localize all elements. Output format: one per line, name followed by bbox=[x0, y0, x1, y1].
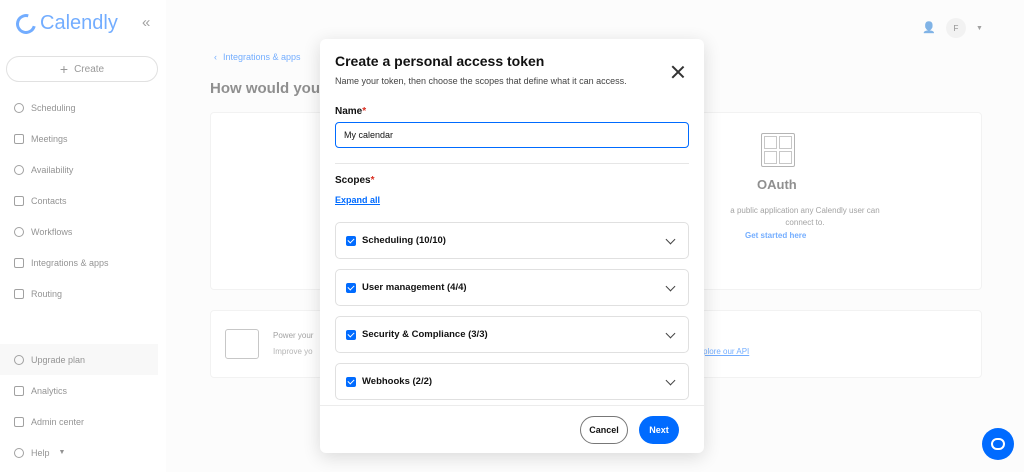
scopes-label: Scopes* bbox=[335, 175, 374, 186]
token-name-input[interactable] bbox=[335, 122, 689, 148]
scope-label: Webhooks (2/2) bbox=[362, 376, 433, 387]
divider bbox=[335, 163, 689, 164]
chevron-down-icon[interactable] bbox=[665, 281, 676, 292]
create-token-modal: Create a personal access token Name your… bbox=[320, 39, 704, 453]
modal-subtitle: Name your token, then choose the scopes … bbox=[335, 76, 627, 86]
cancel-button[interactable]: Cancel bbox=[580, 416, 628, 444]
chevron-down-icon[interactable] bbox=[665, 234, 676, 245]
scope-item-security-compliance[interactable]: Security & Compliance (3/3) bbox=[335, 316, 689, 353]
footer-divider bbox=[320, 405, 704, 406]
scope-label: Scheduling (10/10) bbox=[362, 235, 446, 246]
scope-item-user-management[interactable]: User management (4/4) bbox=[335, 269, 689, 306]
chat-widget-button[interactable] bbox=[982, 428, 1014, 460]
required-asterisk: * bbox=[362, 106, 367, 117]
scope-item-webhooks[interactable]: Webhooks (2/2) bbox=[335, 363, 689, 400]
scope-label: User management (4/4) bbox=[362, 282, 467, 293]
next-button[interactable]: Next bbox=[639, 416, 679, 444]
chevron-down-icon[interactable] bbox=[665, 328, 676, 339]
name-label-text: Name bbox=[335, 106, 363, 117]
name-label: Name* bbox=[335, 106, 366, 117]
scope-checkbox[interactable] bbox=[346, 235, 356, 246]
chat-icon bbox=[991, 438, 1005, 450]
chevron-down-icon[interactable] bbox=[665, 375, 676, 386]
modal-title: Create a personal access token bbox=[335, 53, 545, 69]
scope-list[interactable]: Scheduling (10/10) User management (4/4)… bbox=[335, 222, 689, 405]
scope-checkbox[interactable] bbox=[346, 282, 356, 293]
scope-label: Security & Compliance (3/3) bbox=[362, 329, 488, 340]
required-asterisk: * bbox=[370, 175, 375, 186]
close-icon[interactable] bbox=[670, 64, 686, 80]
expand-all-link[interactable]: Expand all bbox=[335, 195, 380, 205]
scope-checkbox[interactable] bbox=[346, 376, 356, 387]
scopes-label-text: Scopes bbox=[335, 175, 371, 186]
scope-item-scheduling[interactable]: Scheduling (10/10) bbox=[335, 222, 689, 259]
scope-checkbox[interactable] bbox=[346, 329, 356, 340]
